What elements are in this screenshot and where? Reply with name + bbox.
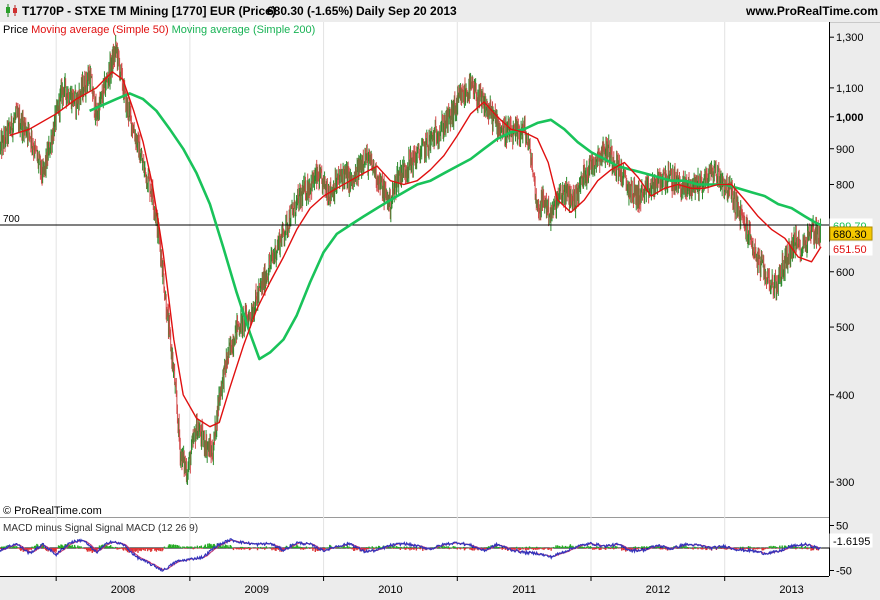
legend-price: Price: [3, 24, 28, 36]
y-tick-label: 1,100: [836, 83, 864, 95]
macd-y-tick-label: 50: [836, 521, 848, 533]
y-tick-label: 300: [836, 477, 854, 489]
legend: Price Moving average (Simple 50) Moving av…: [3, 24, 315, 36]
legend-ma50: Moving average (Simple 50): [31, 24, 169, 36]
watermark: © ProRealTime.com: [3, 505, 102, 517]
y-tick-label: 1,000: [836, 112, 864, 124]
instrument-title: T1770P - STXE TM Mining [1770] EUR (Pric…: [22, 4, 276, 18]
chart-area[interactable]: 700 2008 2009 2010 2011 2012 2013 1,300 1,100 1,…: [0, 22, 880, 600]
price-last-label: 680.30: [833, 229, 867, 241]
last-price-change: 680.30 (-1.65%): [267, 4, 354, 18]
y-tick-label: 900: [836, 144, 854, 156]
x-tick-label: 2011: [512, 584, 536, 596]
legend-ma200: Moving average (Simple 200): [172, 24, 316, 36]
candlestick-icon: [6, 4, 17, 17]
x-tick-label: 2012: [646, 584, 670, 596]
x-tick-label: 2009: [244, 584, 268, 596]
y-tick-label: 1,300: [836, 32, 864, 44]
period-label: Daily Sep 20 2013: [356, 4, 457, 18]
y-tick-label: 600: [836, 267, 854, 279]
x-tick-label: 2010: [378, 584, 402, 596]
x-tick-label: 2008: [111, 584, 135, 596]
y-tick-label: 400: [836, 390, 854, 402]
site-label: www.ProRealTime.com: [746, 4, 879, 18]
y-tick-label: 800: [836, 179, 854, 191]
ma50-last-label: 651.50: [833, 244, 867, 256]
x-tick-label: 2013: [779, 584, 803, 596]
macd-legend: MACD minus Signal Signal MACD (12 26 9): [3, 523, 198, 534]
y-tick-label: 500: [836, 322, 854, 334]
reference-line-label: 700: [3, 214, 20, 225]
macd-y-tick-label: -50: [836, 566, 852, 578]
title-bar: T1770P - STXE TM Mining [1770] EUR (Pric…: [0, 0, 880, 23]
macd-last-label: -1.6195: [833, 536, 870, 548]
